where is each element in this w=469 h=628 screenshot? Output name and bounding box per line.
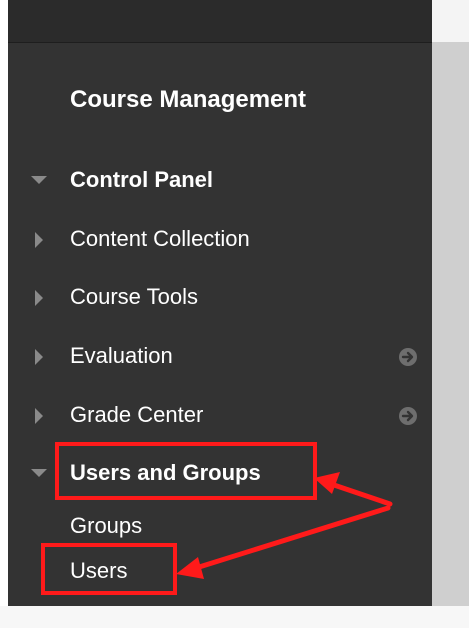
arrow-to-users-and-groups (314, 472, 393, 507)
annotation-arrows (176, 472, 393, 579)
arrow-to-users (176, 505, 391, 579)
